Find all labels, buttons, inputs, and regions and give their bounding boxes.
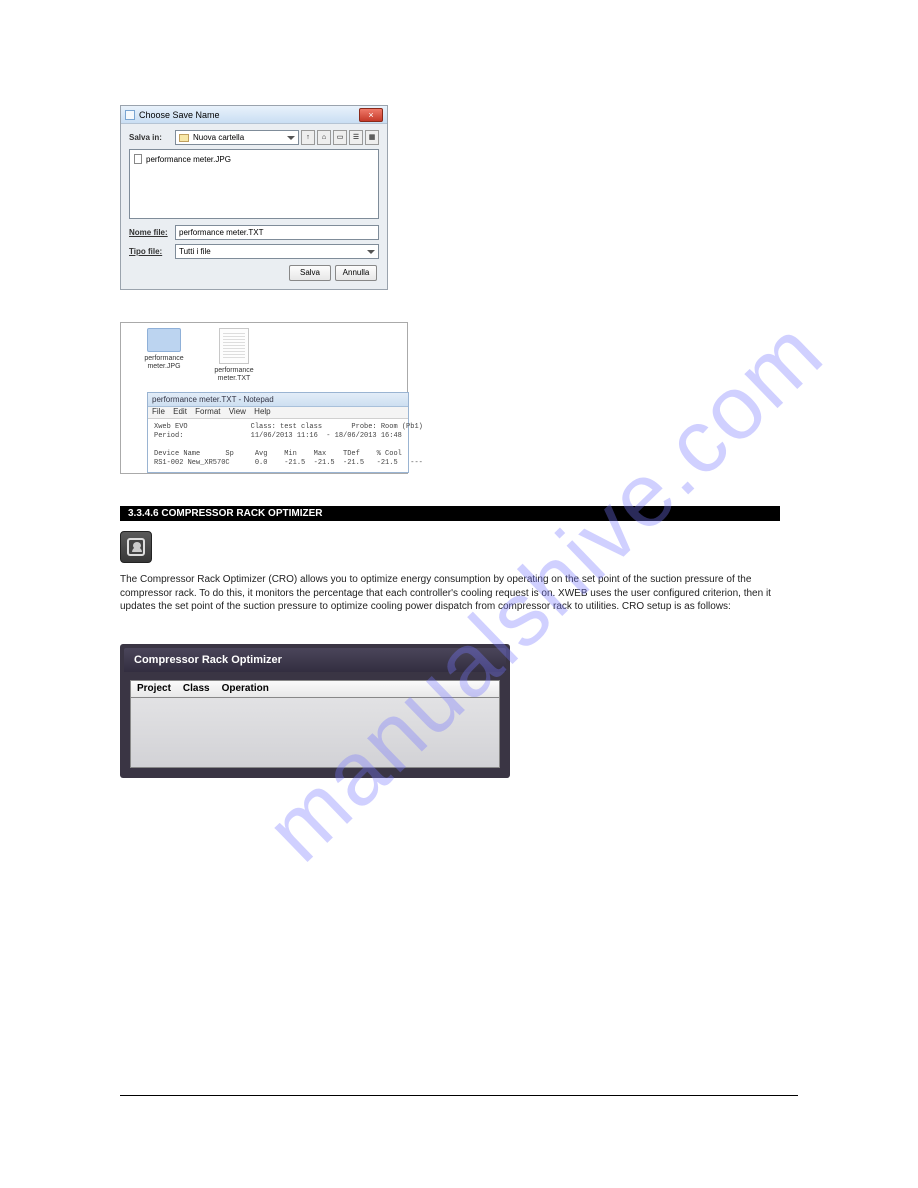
menu-view[interactable]: View bbox=[229, 407, 246, 416]
file-item[interactable]: performance meter.JPG bbox=[134, 154, 374, 164]
save-in-label: Salva in: bbox=[129, 133, 175, 142]
chevron-down-icon bbox=[287, 136, 295, 140]
notepad-content[interactable]: Xweb EVO Class: test class Probe: Room (… bbox=[148, 419, 408, 472]
folder-dropdown[interactable]: Nuova cartella bbox=[175, 130, 299, 145]
cro-launch-button[interactable] bbox=[120, 531, 152, 563]
file-list[interactable]: performance meter.JPG bbox=[129, 149, 379, 219]
cro-window: Compressor Rack Optimizer Project Class … bbox=[120, 644, 510, 778]
menu-class[interactable]: Class bbox=[183, 683, 210, 694]
file-jpg[interactable]: performance meter.JPG bbox=[139, 328, 189, 384]
cro-titlebar[interactable]: Compressor Rack Optimizer bbox=[124, 648, 506, 672]
notepad-titlebar[interactable]: performance meter.TXT - Notepad bbox=[148, 393, 408, 407]
save-button[interactable]: Salva bbox=[289, 265, 331, 281]
person-icon bbox=[127, 538, 145, 556]
file-label: performance meter.JPG bbox=[139, 355, 189, 372]
folder-icon bbox=[179, 134, 189, 142]
section-body-text: The Compressor Rack Optimizer (CRO) allo… bbox=[120, 573, 780, 614]
filetype-dropdown[interactable]: Tutti i file bbox=[175, 244, 379, 259]
filetype-value: Tutti i file bbox=[179, 247, 211, 256]
folder-name: Nuova cartella bbox=[193, 133, 244, 142]
filetype-label: Tipo file: bbox=[129, 247, 175, 256]
section-heading: 3.3.4.6 COMPRESSOR RACK OPTIMIZER bbox=[120, 506, 780, 521]
image-thumb-icon bbox=[147, 328, 181, 352]
details-view-button[interactable]: ▦ bbox=[365, 130, 379, 145]
menu-format[interactable]: Format bbox=[195, 407, 220, 416]
new-folder-button[interactable]: ▭ bbox=[333, 130, 347, 145]
close-button[interactable]: × bbox=[359, 108, 383, 122]
menu-project[interactable]: Project bbox=[137, 683, 171, 694]
dialog-title: Choose Save Name bbox=[139, 110, 220, 120]
up-folder-button[interactable]: ↑ bbox=[301, 130, 315, 145]
menu-operation[interactable]: Operation bbox=[222, 683, 269, 694]
filename-label: Nome file: bbox=[129, 228, 175, 237]
menu-help[interactable]: Help bbox=[254, 407, 270, 416]
home-button[interactable]: ⌂ bbox=[317, 130, 331, 145]
menu-file[interactable]: File bbox=[152, 407, 165, 416]
save-dialog: Choose Save Name × Salva in: Nuova carte… bbox=[120, 105, 388, 290]
list-view-button[interactable]: ☰ bbox=[349, 130, 363, 145]
file-explorer-preview: performance meter.JPG performance meter.… bbox=[120, 322, 408, 474]
filename-input[interactable]: performance meter.TXT bbox=[175, 225, 379, 240]
menu-edit[interactable]: Edit bbox=[173, 407, 187, 416]
java-icon bbox=[125, 110, 135, 120]
footer-rule bbox=[120, 1095, 798, 1096]
file-icon bbox=[134, 154, 142, 164]
file-txt[interactable]: performance meter.TXT bbox=[209, 328, 259, 384]
cancel-button[interactable]: Annulla bbox=[335, 265, 377, 281]
dialog-titlebar[interactable]: Choose Save Name × bbox=[121, 106, 387, 124]
notepad-menu[interactable]: File Edit Format View Help bbox=[148, 407, 408, 419]
cro-canvas bbox=[130, 698, 500, 768]
chevron-down-icon bbox=[367, 250, 375, 254]
cro-menubar[interactable]: Project Class Operation bbox=[130, 680, 500, 698]
text-thumb-icon bbox=[219, 328, 249, 364]
file-name: performance meter.JPG bbox=[146, 155, 231, 164]
notepad-window: performance meter.TXT - Notepad File Edi… bbox=[147, 392, 409, 473]
file-label: performance meter.TXT bbox=[209, 367, 259, 384]
